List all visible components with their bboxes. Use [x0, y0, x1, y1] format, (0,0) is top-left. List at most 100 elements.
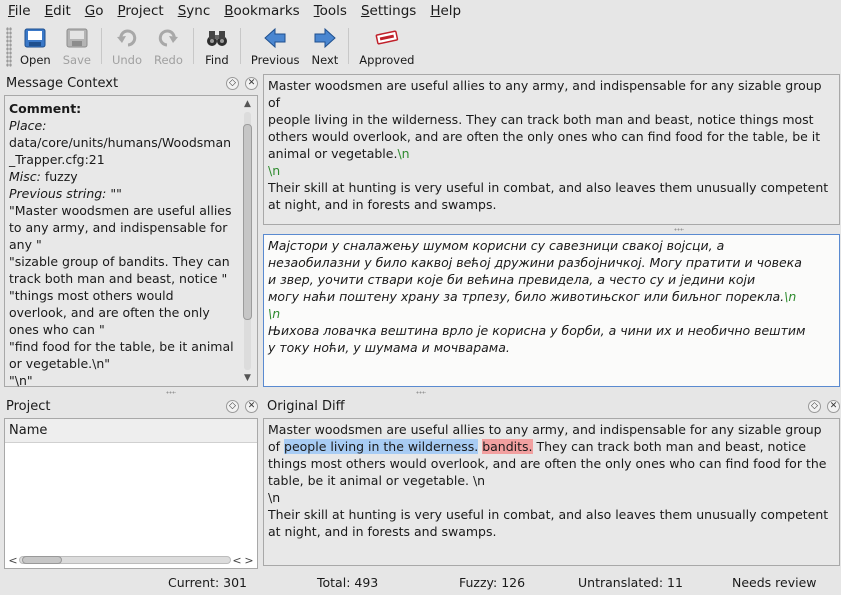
source-view[interactable]: Master woodsmen are useful allies to any… — [263, 74, 840, 225]
source-line: others would overlook, and are often the… — [268, 129, 821, 144]
open-label: Open — [20, 53, 51, 67]
diff-line: at night, and in forests and swamps. — [268, 524, 497, 539]
message-context-dock: Message Context ◇ ✕ Comment: Place: data… — [4, 74, 258, 389]
menu-file[interactable]: File — [4, 3, 35, 19]
project-dock: Project ◇ ✕ Name < < > — [4, 397, 258, 569]
editor-splitter[interactable] — [674, 228, 684, 231]
context-line: or vegetable.\n" — [9, 356, 110, 371]
binoculars-icon — [204, 26, 230, 50]
menu-settings[interactable]: Settings — [357, 3, 420, 19]
translation-line: незаобилазни у било каквој већој дружини… — [268, 255, 802, 270]
redo-button[interactable]: Redo — [148, 24, 189, 68]
dock-title-bar: Project ◇ ✕ — [4, 397, 258, 415]
menu-project[interactable]: Project — [114, 3, 168, 19]
menu-tools[interactable]: Tools — [310, 3, 351, 19]
next-label: Next — [311, 53, 339, 67]
context-line: to any army, and indispensable for — [9, 220, 228, 235]
menu-edit[interactable]: Edit — [41, 3, 75, 19]
scroll-up-icon[interactable]: ▲ — [241, 98, 254, 110]
toolbar-separator — [348, 28, 350, 64]
close-dock-icon[interactable]: ✕ — [245, 399, 258, 413]
translation-line: и звер, уочити ствари које би већина пре… — [268, 272, 756, 287]
find-button[interactable]: Find — [198, 24, 236, 68]
approved-button[interactable]: Approved — [353, 24, 420, 68]
float-dock-icon[interactable]: ◇ — [226, 399, 239, 413]
source-line: Their skill at hunting is very useful in… — [268, 180, 829, 195]
project-hscrollbar[interactable]: < < > — [7, 553, 255, 567]
close-dock-icon[interactable]: ✕ — [827, 399, 840, 413]
translation-editor[interactable]: Мајстори у сналажењу шумом корисни су са… — [263, 234, 840, 387]
translation-text[interactable]: Мајстори у сналажењу шумом корисни су са… — [268, 237, 836, 356]
diff-line: They can track both man and beast, notic… — [532, 439, 807, 454]
diff-line: table, be it animal or vegetable. \n — [268, 473, 486, 488]
float-dock-icon[interactable]: ◇ — [226, 76, 239, 90]
context-line: "find food for the table, be it animal — [9, 339, 234, 354]
open-icon — [22, 26, 48, 50]
name-column-header[interactable]: Name — [5, 419, 257, 443]
diff-line: Their skill at hunting is very useful in… — [268, 507, 829, 522]
undo-icon — [114, 26, 140, 50]
context-view[interactable]: Comment: Place: data/core/units/humans/W… — [4, 95, 258, 389]
scroll-thumb[interactable] — [22, 556, 62, 564]
newline-tag: \n — [397, 146, 410, 161]
source-line: Master woodsmen are useful allies to any… — [268, 78, 826, 110]
previous-label: Previous — [250, 53, 300, 67]
previous-string-value: "" — [106, 186, 122, 201]
status-current: Current: 301 — [168, 575, 247, 590]
scroll-thumb[interactable] — [243, 124, 252, 320]
save-icon — [64, 26, 90, 50]
toolbar-separator — [100, 28, 102, 64]
misc-label: Misc: — [9, 169, 41, 184]
approved-stamp-icon — [374, 26, 400, 50]
menu-go[interactable]: Go — [81, 3, 108, 19]
next-button[interactable]: Next — [306, 24, 345, 68]
context-line: overlook, and are often the only — [9, 305, 210, 320]
dock-splitter[interactable] — [416, 391, 426, 394]
translation-line: Њихова ловачка вештина врло је корисна у… — [268, 323, 806, 338]
misc-value: fuzzy — [40, 169, 78, 184]
menu-sync[interactable]: Sync — [174, 3, 215, 19]
diff-line: things most others would overlook, and a… — [268, 456, 827, 471]
close-dock-icon[interactable]: ✕ — [245, 76, 258, 90]
redo-icon — [155, 26, 181, 50]
menu-help[interactable]: Help — [426, 3, 465, 19]
diff-text: Master woodsmen are useful allies to any… — [268, 421, 836, 540]
diff-removed-text: bandits. — [482, 439, 533, 454]
toolbar-separator — [192, 28, 194, 64]
place-label: Place: — [9, 118, 47, 133]
float-dock-icon[interactable]: ◇ — [808, 399, 821, 413]
scroll-left-icon[interactable]: < — [231, 554, 243, 567]
previous-button[interactable]: Previous — [245, 24, 306, 68]
open-button[interactable]: Open — [14, 24, 57, 68]
context-line: "sizable group of bandits. They can — [9, 254, 230, 269]
scroll-down-icon[interactable]: ▼ — [241, 372, 254, 384]
context-line: track both man and beast, notice " — [9, 271, 228, 286]
project-view[interactable]: Name < < > — [4, 418, 258, 569]
diff-view[interactable]: Master woodsmen are useful allies to any… — [263, 418, 840, 566]
save-button[interactable]: Save — [57, 24, 97, 68]
status-state: Needs review — [732, 575, 817, 590]
redo-label: Redo — [154, 53, 183, 67]
place-value: data/core/units/humans/Woodsman — [9, 135, 232, 150]
newline-tag: \n — [784, 289, 797, 304]
context-line: "things most others would — [9, 288, 174, 303]
context-scrollbar[interactable]: ▲ ▼ — [241, 98, 254, 384]
undo-label: Undo — [111, 53, 142, 67]
scroll-right-icon[interactable]: > — [243, 554, 255, 567]
newline-tag: \n — [268, 306, 281, 321]
undo-button[interactable]: Undo — [106, 24, 148, 68]
dock-title: Project — [6, 398, 51, 414]
menu-bookmarks[interactable]: Bookmarks — [220, 3, 303, 19]
approved-label: Approved — [359, 53, 415, 67]
previous-string-label: Previous string: — [9, 186, 107, 201]
context-line: ones who can " — [9, 322, 105, 337]
place-value-cont: _Trapper.cfg:21 — [9, 152, 105, 167]
scroll-left-icon[interactable]: < — [7, 554, 19, 567]
status-bar: Current: 301 Total: 493 Fuzzy: 126 Untra… — [0, 573, 841, 593]
translation-line: могу наћи поштену храну за трпезу, било … — [268, 289, 785, 304]
save-label: Save — [62, 53, 91, 67]
context-text: Comment: Place: data/core/units/humans/W… — [9, 100, 237, 389]
dock-splitter[interactable] — [166, 391, 176, 394]
arrow-left-icon — [262, 26, 288, 50]
toolbar-grip[interactable] — [6, 27, 12, 67]
